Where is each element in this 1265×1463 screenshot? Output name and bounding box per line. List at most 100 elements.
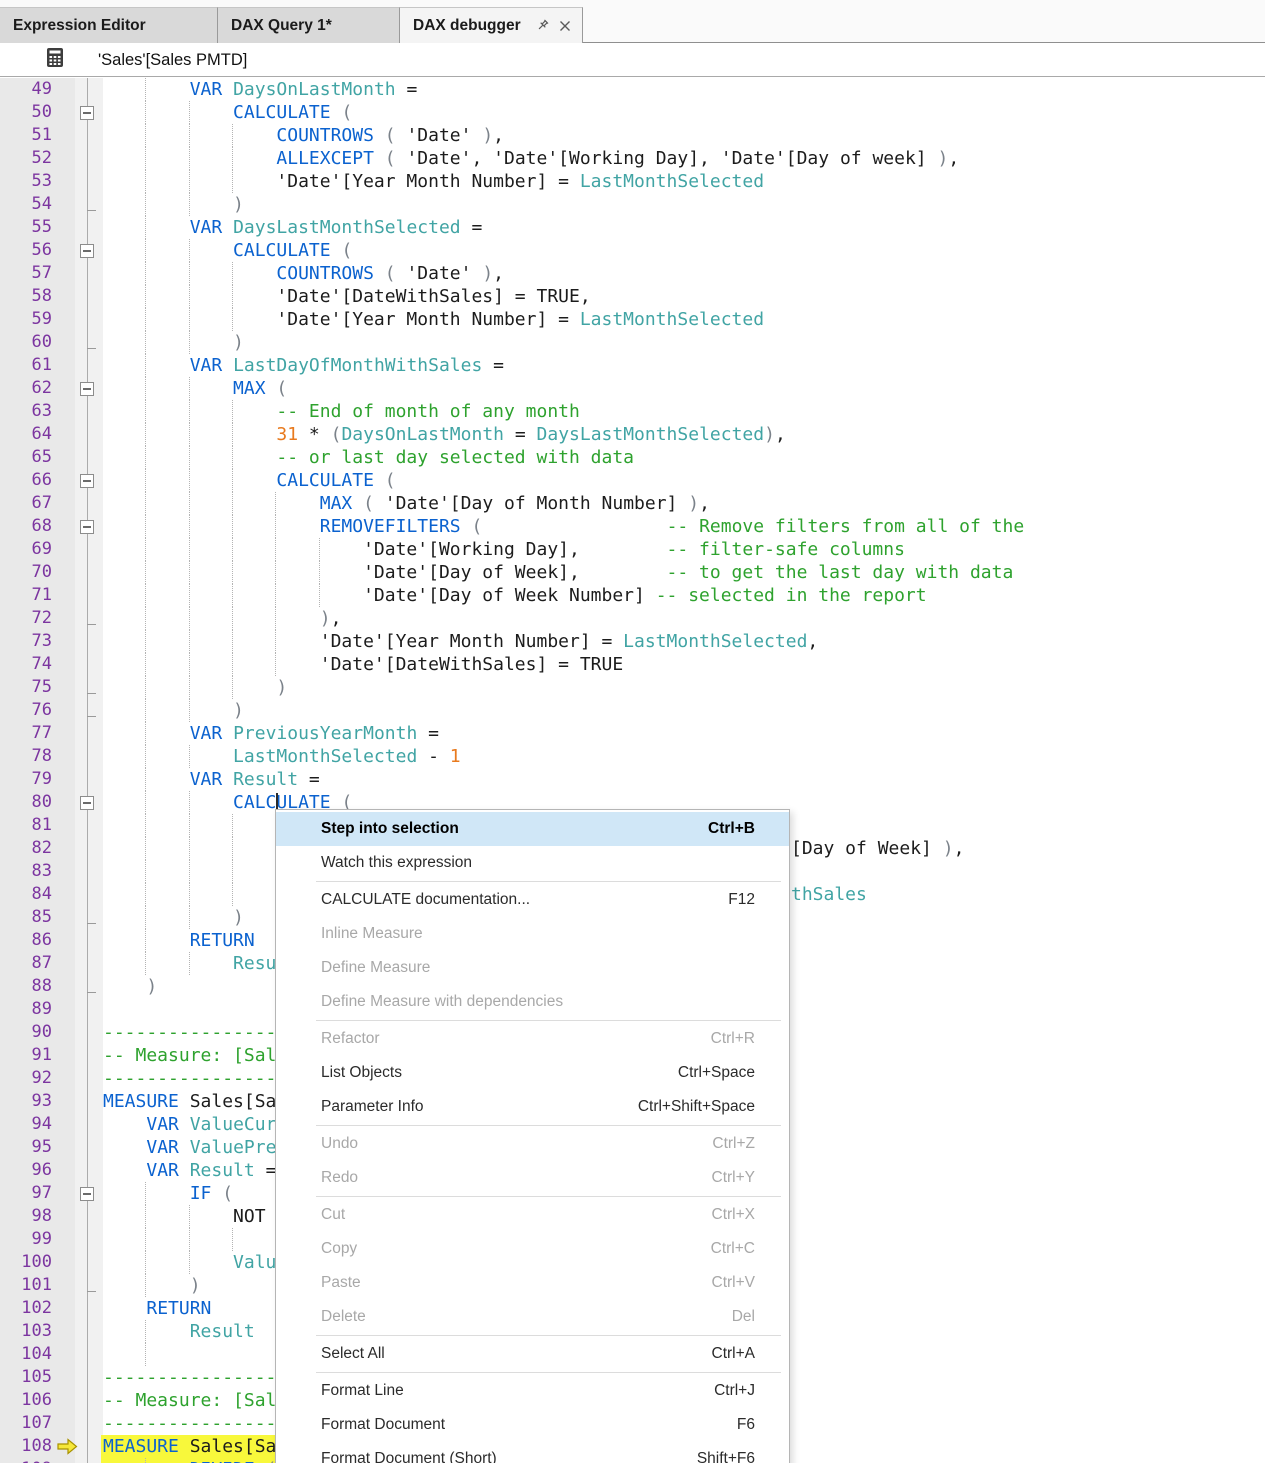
- menu-item-redo[interactable]: RedoCtrl+Y: [276, 1161, 789, 1195]
- code-line-66[interactable]: 66 CALCULATE (: [0, 469, 1265, 492]
- code-line-56[interactable]: 56 CALCULATE (: [0, 239, 1265, 262]
- fold-toggle-line-80[interactable]: [80, 796, 94, 810]
- code-line-55[interactable]: 55 VAR DaysLastMonthSelected =: [0, 216, 1265, 239]
- line-number-60: 60: [0, 331, 52, 354]
- tab-label: DAX debugger: [413, 17, 521, 35]
- menu-item-select-all[interactable]: Select AllCtrl+A: [276, 1337, 789, 1371]
- code-line-77[interactable]: 77 VAR PreviousYearMonth =: [0, 722, 1265, 745]
- code-text-fragment: [Day of Week] ),: [791, 837, 964, 860]
- menu-item-refactor[interactable]: RefactorCtrl+R: [276, 1022, 789, 1056]
- menu-separator: [316, 881, 781, 882]
- code-line-58[interactable]: 58 'Date'[DateWithSales] = TRUE,: [0, 285, 1265, 308]
- menu-item-delete[interactable]: DeleteDel: [276, 1300, 789, 1334]
- code-text: VAR ValueCur: [103, 1113, 276, 1136]
- code-line-76[interactable]: 76 ): [0, 699, 1265, 722]
- menu-item-paste[interactable]: PasteCtrl+V: [276, 1266, 789, 1300]
- fold-toggle-line-97[interactable]: [80, 1187, 94, 1201]
- code-text: 'Date'[Year Month Number] = LastMonthSel…: [103, 308, 764, 331]
- line-number-58: 58: [0, 285, 52, 308]
- code-line-49[interactable]: 49 VAR DaysOnLastMonth =: [0, 78, 1265, 101]
- code-text: MEASURE Sales[Sa: [103, 1090, 276, 1113]
- menu-item-label: Format Line: [321, 1382, 696, 1400]
- code-line-63[interactable]: 63 -- End of month of any month: [0, 400, 1265, 423]
- menu-item-watch-this-expression[interactable]: Watch this expression: [276, 846, 789, 880]
- code-line-74[interactable]: 74 'Date'[DateWithSales] = TRUE: [0, 653, 1265, 676]
- line-number-65: 65: [0, 446, 52, 469]
- menu-item-list-objects[interactable]: List ObjectsCtrl+Space: [276, 1056, 789, 1090]
- menu-item-cut[interactable]: CutCtrl+X: [276, 1198, 789, 1232]
- menu-item-label: Define Measure with dependencies: [321, 993, 755, 1011]
- pin-icon[interactable]: [534, 18, 550, 34]
- code-line-71[interactable]: 71 'Date'[Day of Week Number] -- selecte…: [0, 584, 1265, 607]
- code-line-53[interactable]: 53 'Date'[Year Month Number] = LastMonth…: [0, 170, 1265, 193]
- line-number-84: 84: [0, 883, 52, 906]
- fold-toggle-line-66[interactable]: [80, 474, 94, 488]
- menu-shortcut: Ctrl+J: [714, 1382, 755, 1400]
- tab-label: Expression Editor: [13, 17, 146, 35]
- menu-item-format-document-short[interactable]: Format Document (Short)Shift+F6: [276, 1442, 789, 1463]
- code-text: IF (: [103, 1182, 233, 1205]
- code-line-68[interactable]: 68 REMOVEFILTERS ( -- Remove filters fro…: [0, 515, 1265, 538]
- line-number-57: 57: [0, 262, 52, 285]
- fold-toggle-line-50[interactable]: [80, 106, 94, 120]
- code-line-50[interactable]: 50 CALCULATE (: [0, 101, 1265, 124]
- fold-toggle-line-62[interactable]: [80, 382, 94, 396]
- code-text: ): [103, 676, 287, 699]
- menu-item-format-document[interactable]: Format DocumentF6: [276, 1408, 789, 1442]
- menu-item-undo[interactable]: UndoCtrl+Z: [276, 1127, 789, 1161]
- breadcrumb: 'Sales'[Sales PMTD]: [0, 44, 1265, 77]
- code-line-65[interactable]: 65 -- or last day selected with data: [0, 446, 1265, 469]
- code-text: 'Date'[Year Month Number] = LastMonthSel…: [103, 170, 764, 193]
- fold-toggle-line-56[interactable]: [80, 244, 94, 258]
- menu-item-parameter-info[interactable]: Parameter InfoCtrl+Shift+Space: [276, 1090, 789, 1124]
- menu-item-calculate-documentation[interactable]: CALCULATE documentation...F12: [276, 883, 789, 917]
- menu-item-label: Inline Measure: [321, 925, 755, 943]
- tab-dax-query-1[interactable]: DAX Query 1*: [218, 7, 400, 43]
- line-number-93: 93: [0, 1090, 52, 1113]
- menu-separator: [316, 1196, 781, 1197]
- tab-expression-editor[interactable]: Expression Editor: [0, 7, 218, 43]
- code-line-61[interactable]: 61 VAR LastDayOfMonthWithSales =: [0, 354, 1265, 377]
- code-text: 'Date'[Day of Week], -- to get the last …: [103, 561, 1013, 584]
- line-number-75: 75: [0, 676, 52, 699]
- menu-item-copy[interactable]: CopyCtrl+C: [276, 1232, 789, 1266]
- menu-separator: [316, 1372, 781, 1373]
- code-text: 'Date'[Working Day], -- filter-safe colu…: [103, 538, 905, 561]
- code-line-69[interactable]: 69 'Date'[Working Day], -- filter-safe c…: [0, 538, 1265, 561]
- line-number-91: 91: [0, 1044, 52, 1067]
- code-line-52[interactable]: 52 ALLEXCEPT ( 'Date', 'Date'[Working Da…: [0, 147, 1265, 170]
- line-number-78: 78: [0, 745, 52, 768]
- code-text: Valu: [103, 1251, 276, 1274]
- line-number-74: 74: [0, 653, 52, 676]
- fold-toggle-line-68[interactable]: [80, 520, 94, 534]
- line-number-92: 92: [0, 1067, 52, 1090]
- code-line-72[interactable]: 72 ),: [0, 607, 1265, 630]
- tab-dax-debugger[interactable]: DAX debugger: [400, 7, 583, 43]
- line-number-86: 86: [0, 929, 52, 952]
- code-line-75[interactable]: 75 ): [0, 676, 1265, 699]
- menu-separator: [316, 1125, 781, 1126]
- fold-end-tick: [87, 624, 96, 625]
- code-line-62[interactable]: 62 MAX (: [0, 377, 1265, 400]
- code-line-70[interactable]: 70 'Date'[Day of Week], -- to get the la…: [0, 561, 1265, 584]
- menu-item-inline-measure[interactable]: Inline Measure: [276, 917, 789, 951]
- menu-item-step-into-selection[interactable]: Step into selectionCtrl+B: [276, 812, 789, 846]
- line-number-102: 102: [0, 1297, 52, 1320]
- code-line-51[interactable]: 51 COUNTROWS ( 'Date' ),: [0, 124, 1265, 147]
- menu-shortcut: Ctrl+Y: [712, 1169, 756, 1187]
- close-icon[interactable]: [557, 18, 573, 34]
- indent-guide: [145, 837, 146, 860]
- code-line-57[interactable]: 57 COUNTROWS ( 'Date' ),: [0, 262, 1265, 285]
- code-line-73[interactable]: 73 'Date'[Year Month Number] = LastMonth…: [0, 630, 1265, 653]
- menu-item-define-measure-with-dependencies[interactable]: Define Measure with dependencies: [276, 985, 789, 1019]
- code-line-59[interactable]: 59 'Date'[Year Month Number] = LastMonth…: [0, 308, 1265, 331]
- code-line-67[interactable]: 67 MAX ( 'Date'[Day of Month Number] ),: [0, 492, 1265, 515]
- menu-item-format-line[interactable]: Format Line Ctrl+J: [276, 1374, 789, 1408]
- code-line-79[interactable]: 79 VAR Result =: [0, 768, 1265, 791]
- menu-shortcut: Ctrl+X: [712, 1206, 756, 1224]
- code-line-64[interactable]: 64 31 * (DaysOnLastMonth = DaysLastMonth…: [0, 423, 1265, 446]
- code-line-78[interactable]: 78 LastMonthSelected - 1: [0, 745, 1265, 768]
- code-line-54[interactable]: 54 ): [0, 193, 1265, 216]
- code-line-60[interactable]: 60 ): [0, 331, 1265, 354]
- menu-item-define-measure[interactable]: Define Measure: [276, 951, 789, 985]
